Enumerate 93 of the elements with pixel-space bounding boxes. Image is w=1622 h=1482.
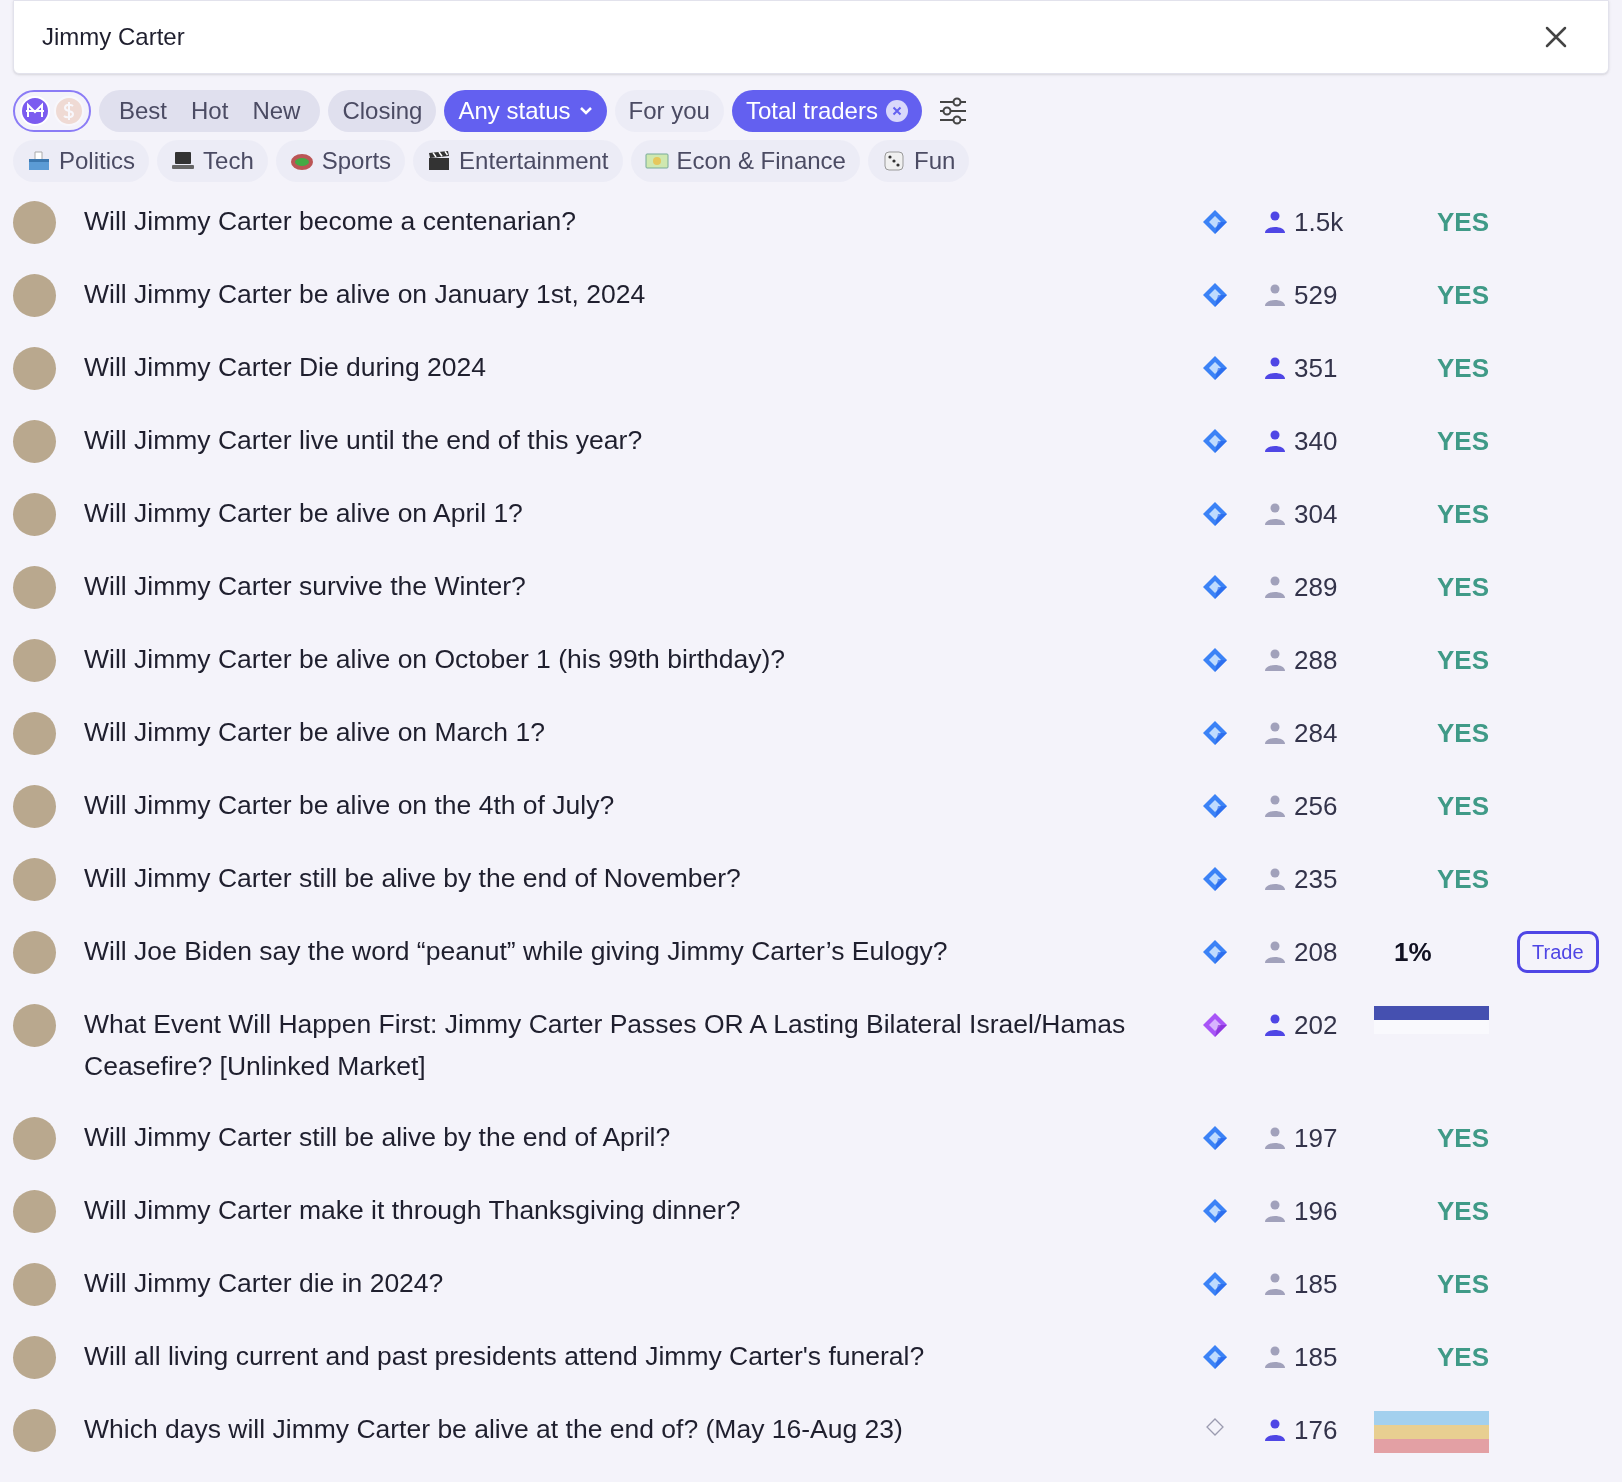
trader-count: 208 <box>1294 935 1338 969</box>
trader-count: 256 <box>1294 789 1338 823</box>
avatar <box>13 1409 56 1452</box>
trade-button[interactable]: Trade <box>1517 931 1599 973</box>
market-question[interactable]: Will Jimmy Carter be alive on January 1st, 2024 <box>84 273 1196 315</box>
sort-option[interactable]: Best <box>107 93 180 129</box>
sort-option[interactable]: Hot <box>179 93 241 129</box>
ballot-box-icon <box>27 150 51 172</box>
avatar <box>13 712 56 755</box>
resolution-label: YES <box>1436 862 1489 896</box>
topic-chip[interactable]: Sports <box>275 140 406 182</box>
market-question[interactable]: Will Jimmy Carter be alive on October 1 (his 99th birthday)? <box>84 638 1196 680</box>
resolution-label: YES <box>1436 570 1489 604</box>
avatar <box>13 274 56 317</box>
market-question[interactable]: Will Jimmy Carter die in 2024? <box>84 1262 1196 1304</box>
trader-count: 284 <box>1294 716 1338 750</box>
resolution-label: YES <box>1436 351 1489 385</box>
topic-chip[interactable]: Econ & Finance <box>630 140 860 182</box>
topic-chip[interactable]: Entertainment <box>413 140 623 182</box>
topic-chip[interactable]: Fun <box>867 140 970 182</box>
remove-icon[interactable] <box>885 100 908 122</box>
trader-count: 529 <box>1294 278 1338 312</box>
market-question[interactable]: Will all living current and past presidents attend Jimmy Carter's funeral? <box>84 1335 1196 1377</box>
resolution-label: YES <box>1436 424 1489 458</box>
resolution-label: YES <box>1436 1340 1489 1374</box>
resolution-label: YES <box>1436 278 1489 312</box>
status-dropdown[interactable]: Any status <box>444 90 607 132</box>
chevron-down-icon <box>578 106 593 116</box>
avatar <box>13 1004 56 1047</box>
trader-count: 185 <box>1294 1267 1338 1301</box>
filter-chip[interactable]: For you <box>614 90 724 132</box>
market-question[interactable]: Will Jimmy Carter be alive on March 1? <box>84 711 1196 753</box>
search-field[interactable]: Jimmy Carter <box>13 0 1609 74</box>
avatar <box>13 493 56 536</box>
resolution-label: YES <box>1436 789 1489 823</box>
avatar <box>13 931 56 974</box>
trader-count: 304 <box>1294 497 1338 531</box>
close-icon[interactable] <box>1544 25 1568 49</box>
resolution-label: YES <box>1436 643 1489 677</box>
filter-settings-icon[interactable] <box>937 97 968 125</box>
market-question[interactable]: What Event Will Happen First: Jimmy Carter Passes OR A Lasting Bilateral Israel/Hamas Ceasefire? [Unlinked Market] <box>84 1003 1196 1087</box>
avatar <box>13 1190 56 1233</box>
topic-chip[interactable]: Politics <box>13 140 150 182</box>
trader-count: 288 <box>1294 643 1338 677</box>
avatar <box>13 420 56 463</box>
dice-icon <box>881 150 906 172</box>
trader-count: 1.5k <box>1294 205 1344 239</box>
trader-count: 289 <box>1294 570 1338 604</box>
resolution-label: YES <box>1436 1267 1489 1301</box>
topic-chip[interactable]: Tech <box>157 140 268 182</box>
market-question[interactable]: Will Jimmy Carter Die during 2024 <box>84 346 1196 388</box>
trader-count: 176 <box>1294 1413 1338 1447</box>
search-input[interactable]: Jimmy Carter <box>42 19 1544 55</box>
resolution-label: YES <box>1436 205 1489 239</box>
avatar <box>13 858 56 901</box>
banknote-icon <box>644 150 669 172</box>
market-question[interactable]: Will Jimmy Carter still be alive by the end of April? <box>84 1116 1196 1158</box>
market-question[interactable]: Will Jimmy Carter still be alive by the end of November? <box>84 857 1196 899</box>
avatar <box>13 785 56 828</box>
probability-label: 1% <box>1394 935 1432 969</box>
trader-count: 340 <box>1294 424 1338 458</box>
market-question[interactable]: Will Jimmy Carter be alive on April 1? <box>84 492 1196 534</box>
resolution-label: YES <box>1436 497 1489 531</box>
resolution-label: YES <box>1436 716 1489 750</box>
avatar <box>13 1117 56 1160</box>
trader-count: 185 <box>1294 1340 1338 1374</box>
mana-coin-icon[interactable] <box>20 96 50 126</box>
market-question[interactable]: Will Jimmy Carter live until the end of this year? <box>84 419 1196 461</box>
avatar <box>13 1263 56 1306</box>
avatar <box>13 1336 56 1379</box>
trader-count: 202 <box>1294 1008 1338 1042</box>
avatar <box>13 566 56 609</box>
avatar <box>13 201 56 244</box>
laptop-icon <box>171 150 196 172</box>
market-question[interactable]: Will Jimmy Carter survive the Winter? <box>84 565 1196 607</box>
market-question[interactable]: Will Jimmy Carter be alive on the 4th of July? <box>84 784 1196 826</box>
currency-toggle[interactable] <box>13 90 91 132</box>
avatar <box>13 347 56 390</box>
market-question[interactable]: Will Joe Biden say the word “peanut” while giving Jimmy Carter’s Eulogy? <box>84 930 1196 972</box>
clapper-icon <box>427 150 452 172</box>
market-question[interactable]: Will Jimmy Carter make it through Thanksgiving dinner? <box>84 1189 1196 1231</box>
filter-chip[interactable]: Total traders <box>731 90 922 132</box>
filter-chip[interactable]: Closing <box>328 90 437 132</box>
trader-count: 196 <box>1294 1194 1338 1228</box>
market-question[interactable]: Will Jimmy Carter become a centenarian? <box>84 200 1196 242</box>
resolution-label: YES <box>1436 1121 1489 1155</box>
sort-option[interactable]: New <box>240 93 313 129</box>
trader-count: 235 <box>1294 862 1338 896</box>
trader-count: 197 <box>1294 1121 1338 1155</box>
market-question[interactable]: Which days will Jimmy Carter be alive at the end of? (May 16-Aug 23) <box>84 1408 1196 1450</box>
trader-count: 351 <box>1294 351 1338 385</box>
resolution-label: YES <box>1436 1194 1489 1228</box>
avatar <box>13 639 56 682</box>
